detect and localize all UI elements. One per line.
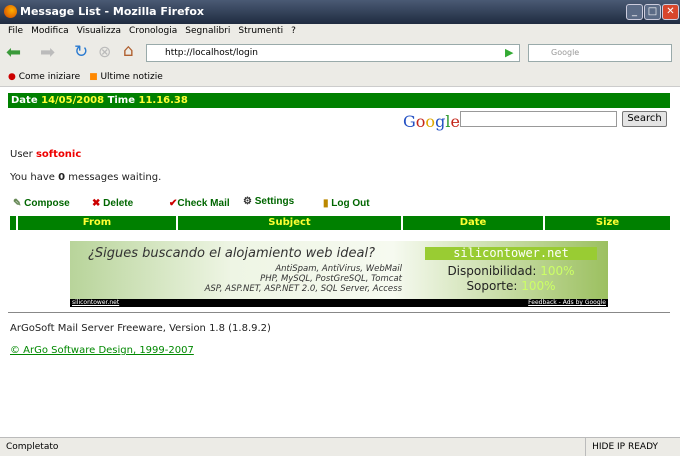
date-label: Date [11,95,38,106]
menu-segnalibri[interactable]: Segnalibri [185,24,230,39]
settings-icon: ⚙ [243,196,252,207]
search-placeholder: Google [551,48,580,57]
status-text: Completato [6,442,59,452]
delete-button[interactable]: ✖ Delete [92,198,133,209]
settings-label: Settings [254,196,295,207]
bookmark-come-iniziare[interactable]: Come iniziare [19,72,80,82]
column-date[interactable]: Date [403,216,545,230]
firefox-icon [4,5,17,18]
ad-support: Soporte: 100% [425,279,597,293]
menu-strumenti[interactable]: Strumenti [238,24,283,39]
minimize-button[interactable]: _ [626,4,643,20]
firefox-bookmark-icon: ● [8,72,16,82]
search-button[interactable]: Search [622,111,667,127]
rss-icon: ■ [89,72,98,82]
delete-label: Delete [103,198,134,209]
ad-support-label: Soporte: [466,279,518,293]
ad-line: PHP, MySQL, PostGreSQL, Tomcat [260,274,402,284]
ad-banner[interactable]: ¿Sigues buscando el alojamiento web idea… [70,241,608,307]
divider [8,312,670,313]
select-column [10,216,18,230]
time-label: Time [107,95,136,106]
delete-icon: ✖ [92,198,101,209]
date-value: 14/05/2008 [41,95,105,106]
date-bar: Date 14/05/2008 Time 11.16.38 [8,93,670,108]
msg-prefix: You have [10,172,55,183]
bookmark-ultime-notizie[interactable]: Ultime notizie [100,72,162,82]
message-count: 0 [58,172,66,183]
message-table-header: From Subject Date Size [10,216,670,230]
bookmarks-toolbar: ● Come iniziare ■ Ultime notizie [0,67,680,87]
version-text: ArGoSoft Mail Server Freeware, Version 1… [10,323,271,334]
title-bar: Message List - Mozilla Firefox [0,0,680,24]
compose-button[interactable]: ✎ Compose [13,198,70,209]
ad-availability: Disponibilidad: 100% [425,264,597,278]
stop-icon[interactable]: ⊗ [98,42,111,61]
ad-avail-value: 100% [540,264,575,278]
menu-visualizza[interactable]: Visualizza [77,24,121,39]
compose-icon: ✎ [13,198,22,209]
back-icon[interactable]: ⬅ [6,42,21,63]
window-title: Message List - Mozilla Firefox [20,5,204,18]
door-icon: ▮ [323,198,329,209]
time-value: 11.16.38 [138,95,188,106]
column-from[interactable]: From [18,216,178,230]
menu-modifica[interactable]: Modifica [31,24,69,39]
ad-footer: silicontower.net Feedback - Ads by Google [70,299,608,307]
url-text: http://localhost/login [165,48,258,58]
ad-headline: ¿Sigues buscando el alojamiento web idea… [88,246,376,261]
ad-site-link[interactable]: silicontower.net [72,299,119,306]
hide-ip-status[interactable]: HIDE IP READY [585,438,658,456]
google-search-input[interactable] [460,111,617,127]
ad-line: ASP, ASP.NET, ASP.NET 2.0, SQL Server, A… [204,284,402,294]
column-size[interactable]: Size [545,216,670,230]
ad-support-value: 100% [521,279,556,293]
ad-line: AntiSpam, AntiVirus, WebMail [275,264,402,274]
logout-button[interactable]: ▮ Log Out [323,198,370,209]
ad-avail-label: Disponibilidad: [447,264,537,278]
google-logo: Google [403,112,460,131]
menu-file[interactable]: File [8,24,23,39]
user-line: User softonic [10,149,81,160]
reload-icon[interactable]: ↻ [74,42,88,62]
msg-suffix: messages waiting. [68,172,162,183]
user-label: User [10,149,33,160]
status-bar: Completato HIDE IP READY [0,437,680,456]
compose-label: Compose [24,198,70,209]
home-icon[interactable]: ⌂ [123,41,134,61]
url-input[interactable]: http://localhost/login [146,44,520,62]
logout-label: Log Out [331,198,370,209]
messages-line: You have 0 messages waiting. [10,172,161,183]
ad-body: AntiSpam, AntiVirus, WebMail PHP, MySQL, … [82,264,402,294]
go-icon[interactable]: ▶ [505,46,513,59]
menu-help[interactable]: ? [291,24,296,39]
menu-cronologia[interactable]: Cronologia [129,24,177,39]
menu-bar: File Modifica Visualizza Cronologia Segnalib… [0,24,680,39]
settings-button[interactable]: ⚙ Settings [243,196,294,207]
ad-brand-logo: silicontower.net [425,247,597,260]
username: softonic [35,149,82,160]
ads-by-google-link[interactable]: Feedback - Ads by Google [528,299,606,307]
copyright-link[interactable]: © ArGo Software Design, 1999-2007 [10,345,194,356]
search-input[interactable]: Google [528,44,672,62]
maximize-button[interactable]: □ [644,4,661,20]
column-subject[interactable]: Subject [178,216,403,230]
check-mail-label: Check Mail [177,198,230,209]
check-mail-button[interactable]: ✔Check Mail [169,198,230,209]
close-button[interactable]: ✕ [662,4,679,20]
forward-icon[interactable]: ➡ [40,42,55,63]
